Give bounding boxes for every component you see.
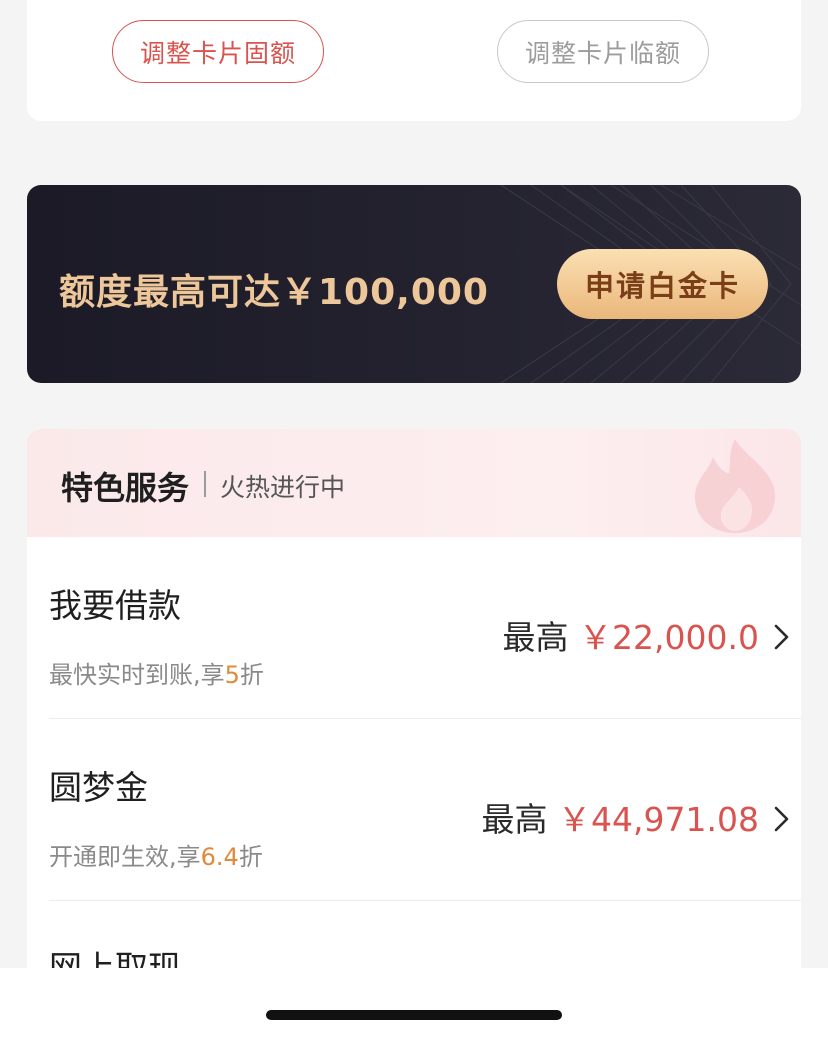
service-desc: 最快实时到账,享5折 [49, 661, 264, 689]
chevron-right-icon [774, 624, 789, 650]
bottom-bar [0, 968, 828, 1037]
adjust-fixed-limit-button[interactable]: 调整卡片固额 [112, 20, 324, 83]
service-amount: 最高 ￥44,971.08 [481, 800, 759, 839]
home-indicator[interactable] [266, 1010, 562, 1020]
platinum-promo-banner[interactable]: 额度最高可达￥100,000 申请白金卡 [27, 185, 801, 383]
adjust-temp-limit-button[interactable]: 调整卡片临额 [497, 20, 709, 83]
featured-services-card: 特色服务 火热进行中 我要借款 最快实时到账,享5折 最高 ￥22,000.0 … [27, 429, 801, 989]
promo-text: 额度最高可达￥100,000 [59, 272, 489, 313]
services-subtitle: 火热进行中 [220, 473, 346, 502]
services-title: 特色服务 [61, 469, 190, 507]
apply-platinum-card-button[interactable]: 申请白金卡 [557, 249, 768, 319]
service-desc: 开通即生效,享6.4折 [49, 843, 263, 871]
header-divider [204, 471, 206, 497]
service-row-loan[interactable]: 我要借款 最快实时到账,享5折 最高 ￥22,000.0 [27, 537, 801, 719]
service-name: 我要借款 [49, 586, 181, 625]
flame-icon [695, 439, 776, 533]
services-header: 特色服务 火热进行中 [27, 429, 801, 537]
limit-card: 调整卡片固额 调整卡片临额 [27, 0, 801, 121]
service-row-dream-fund[interactable]: 圆梦金 开通即生效,享6.4折 最高 ￥44,971.08 [27, 719, 801, 901]
chevron-right-icon [774, 806, 789, 832]
service-amount: 最高 ￥22,000.0 [502, 618, 759, 657]
service-name: 圆梦金 [49, 768, 148, 807]
